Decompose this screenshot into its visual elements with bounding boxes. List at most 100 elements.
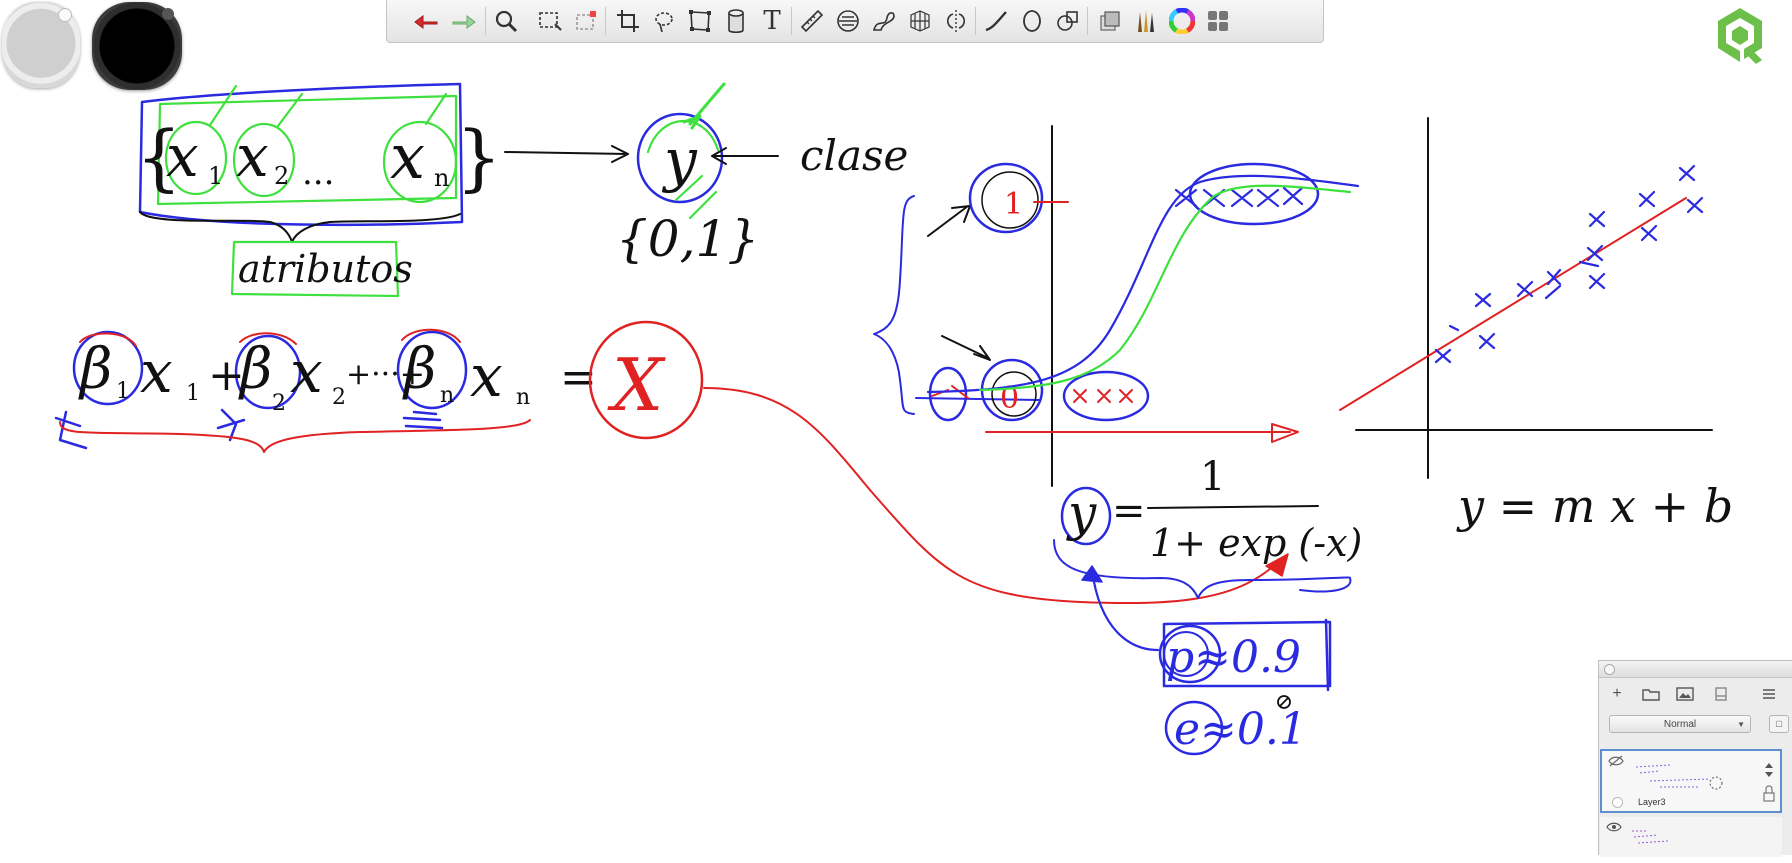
paint-bucket-button[interactable] [721, 6, 751, 36]
brushes-button[interactable] [1131, 6, 1161, 36]
perspective-grid-icon [910, 10, 930, 32]
p-approx: p≈0.9 [1166, 632, 1301, 683]
arrow-to-y [504, 145, 629, 163]
color-puck-grey[interactable] [2, 2, 80, 88]
sigmoid-denominator: 1+ exp (-x) [1150, 521, 1362, 565]
lasso-button[interactable] [649, 6, 679, 36]
ruler-button[interactable] [797, 6, 827, 36]
toolbar-separator [975, 7, 976, 35]
layer-thumbnail [1632, 830, 1669, 844]
drawing-canvas[interactable]: { x 1 x 2 ... x n } atributos y clase {0… [0, 0, 1792, 855]
ellipse-button[interactable] [1017, 6, 1047, 36]
crop-button[interactable] [613, 6, 643, 36]
sigmoid-eq: = [1112, 488, 1146, 534]
connector-curve [703, 387, 1287, 605]
ellipse-guide-icon [837, 10, 859, 32]
grid-menu-icon [1208, 11, 1228, 31]
layer-name: Layer3 [1638, 797, 1666, 807]
menu-grid-button[interactable] [1203, 6, 1233, 36]
attribute-dots: ... [302, 153, 334, 193]
zoom-button[interactable] [491, 6, 521, 36]
ruler-icon [800, 9, 824, 33]
select-button[interactable] [535, 6, 565, 36]
eye-hidden-icon[interactable] [1608, 755, 1624, 767]
new-folder-icon[interactable] [1641, 685, 1661, 703]
text-button[interactable]: T [757, 6, 787, 36]
beta-2-sub: 2 [272, 391, 286, 416]
text-icon: T [763, 6, 781, 36]
clase-label: clase [800, 131, 908, 180]
layer-options-icon[interactable] [1760, 757, 1778, 807]
linear-plot: y = m x + b [1339, 117, 1733, 533]
attribute-close-brace: } [456, 115, 502, 199]
dashed-select-icon [576, 11, 596, 30]
crop-icon [617, 10, 639, 32]
layer-row[interactable] [1600, 817, 1782, 857]
merge-layer-icon[interactable] [1711, 685, 1731, 703]
sigmoid-plot: 1 0 [873, 125, 1360, 487]
blend-mode-value: Normal [1663, 719, 1697, 730]
color-puck-black[interactable] [92, 2, 182, 90]
linear-combination: β 1 x 1 + β 2 x 2 +···+ β n x n = X [54, 320, 704, 453]
magnifier-icon [495, 10, 518, 33]
layer-radio[interactable] [1612, 797, 1623, 808]
target-variable: y clase {0,1} [616, 82, 908, 268]
lasso-icon [655, 12, 673, 33]
toolbar-separator [485, 7, 486, 35]
shapes-icon [1057, 11, 1078, 31]
main-toolbar: T [386, 0, 1324, 43]
beta-n: β [402, 337, 436, 402]
linear-xn-sub: n [516, 385, 530, 410]
add-layer-icon[interactable]: + [1607, 685, 1627, 703]
sigmoid-formula: y = 1 1+ exp (-x) [1053, 454, 1362, 652]
chevron-down-icon: ▼ [1737, 720, 1745, 729]
transform-select-button[interactable] [571, 6, 601, 36]
bucket-icon [728, 9, 744, 34]
beta-n-sub: n [440, 383, 454, 408]
attribute-x1-sub: 1 [208, 162, 223, 190]
app-logo [1718, 8, 1762, 64]
undo-button[interactable] [411, 6, 441, 36]
linear-x1-sub: 1 [186, 381, 200, 406]
circle-icon [1023, 10, 1041, 32]
brush-library-icon [1138, 10, 1154, 32]
color-wheel-button[interactable] [1167, 6, 1197, 36]
stroke-icon [985, 11, 1007, 32]
layers-icon [1100, 11, 1120, 31]
shape-button[interactable] [1053, 6, 1083, 36]
probability-notes: p≈0.9 e≈0.1 [1158, 618, 1332, 756]
attribute-x2: x [236, 122, 269, 190]
layers-toolbar: + [1599, 678, 1792, 710]
attribute-x1: x [166, 122, 199, 190]
panel-close-icon[interactable] [1604, 664, 1615, 675]
toolbar-separator [791, 7, 792, 35]
perspective-button[interactable] [905, 6, 935, 36]
symmetry-button[interactable] [941, 6, 971, 36]
beta-2: β [238, 337, 272, 402]
redo-button[interactable] [449, 6, 479, 36]
sigmoid-numerator: 1 [1200, 454, 1225, 500]
line-formula: y = m x + b [1456, 479, 1733, 533]
blend-mode-select[interactable]: Normal ▼ [1609, 715, 1751, 733]
y-label: y [661, 126, 698, 194]
stroke-button[interactable] [981, 6, 1011, 36]
layers-panel-titlebar[interactable] [1599, 661, 1792, 678]
attribute-set: { x 1 x 2 ... x n } atributos [136, 82, 502, 298]
layer-thumbnail [1635, 764, 1723, 790]
layers-button[interactable] [1095, 6, 1125, 36]
layer-row-selected[interactable]: Layer3 [1600, 749, 1782, 813]
linear-result: X [607, 343, 666, 427]
layers-panel: + Normal ▼ ▢ Layer3 [1598, 660, 1792, 857]
eye-icon[interactable] [1606, 821, 1622, 833]
puck-black-indicator [162, 8, 174, 20]
add-image-icon[interactable] [1675, 685, 1695, 703]
linear-xn: x [470, 342, 503, 410]
lock-transparency-icon[interactable]: ▢ [1769, 715, 1789, 733]
sigmoid-one: 1 [1004, 187, 1023, 222]
distort-button[interactable] [685, 6, 715, 36]
linear-x2: x [290, 338, 323, 406]
ellipse-guide-button[interactable] [833, 6, 863, 36]
french-curve-button[interactable] [869, 6, 899, 36]
layers-menu-icon[interactable] [1759, 685, 1779, 703]
toolbar-separator [605, 7, 606, 35]
